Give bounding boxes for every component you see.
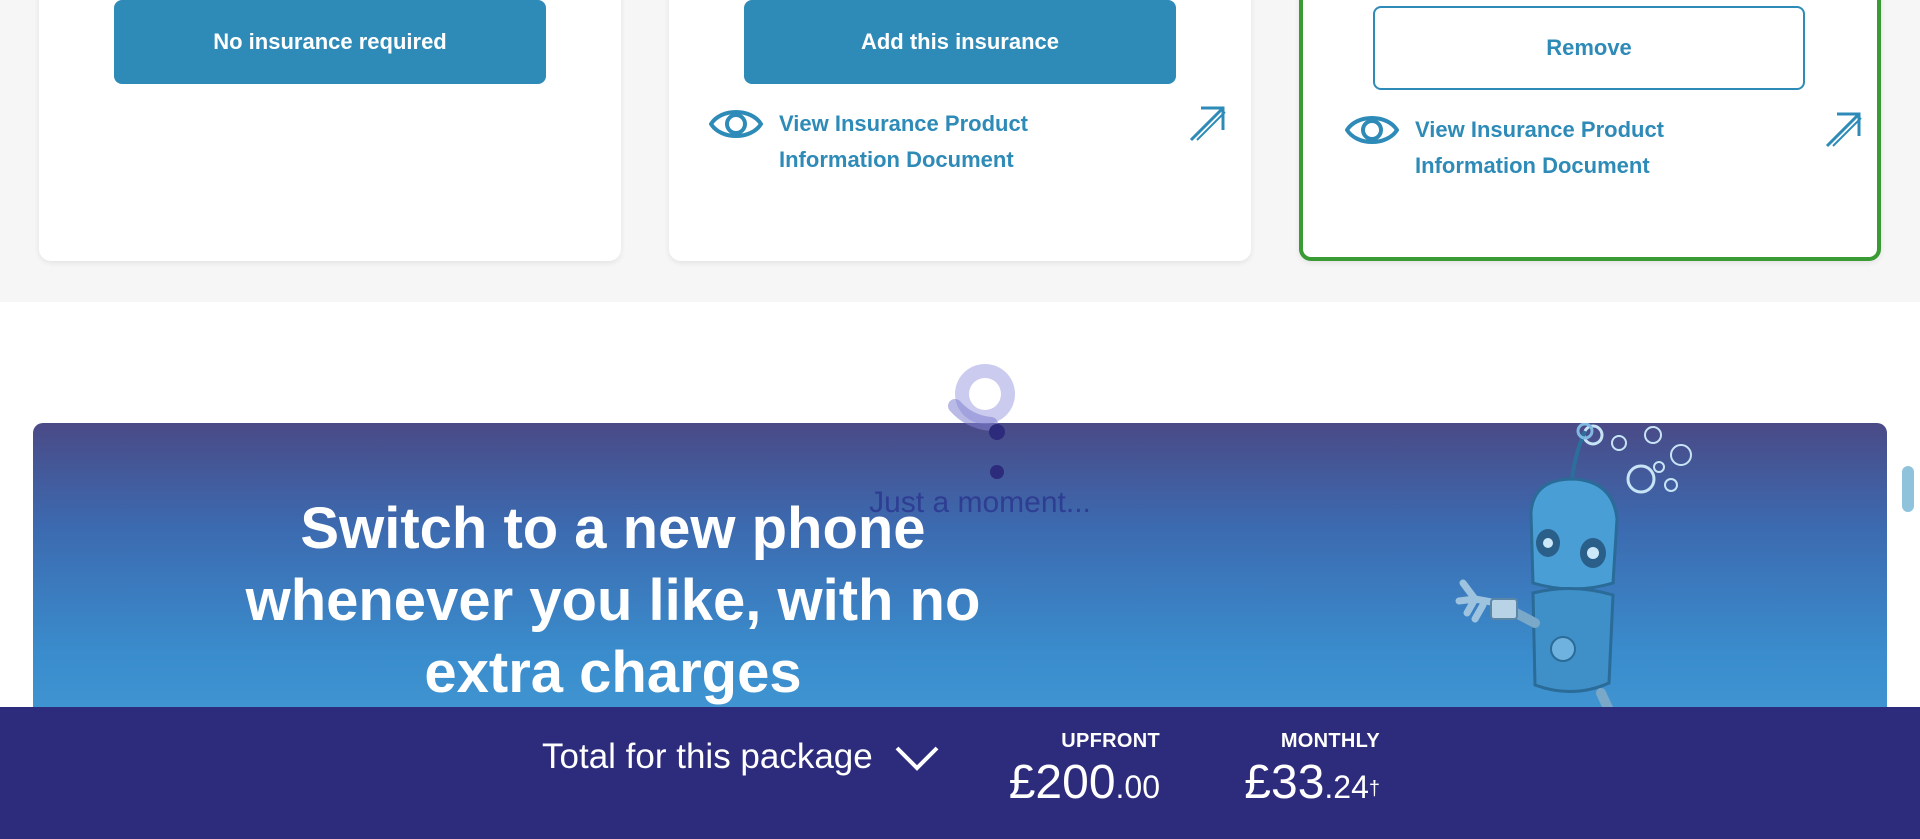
no-insurance-button[interactable]: No insurance required bbox=[114, 0, 546, 84]
promo-headline: Switch to a new phone whenever you like,… bbox=[245, 496, 981, 705]
add-insurance-button[interactable]: Add this insurance bbox=[744, 0, 1176, 84]
upfront-amount-major: £200 bbox=[1008, 756, 1116, 809]
loading-spinner-icon bbox=[948, 364, 1015, 479]
monthly-caption: MONTHLY bbox=[1280, 730, 1380, 752]
eye-icon bbox=[1345, 116, 1399, 144]
view-ipid-link[interactable]: View Insurance Product Information Docum… bbox=[1345, 112, 1865, 184]
monthly-footnote-marker: † bbox=[1368, 778, 1380, 800]
view-ipid-label: View Insurance Product Information Docum… bbox=[779, 111, 1029, 172]
insurance-card-option: Add this insurance View Insurance Produc… bbox=[669, 0, 1251, 261]
monthly-amount: £33.24† bbox=[1200, 755, 1380, 815]
eye-icon bbox=[709, 110, 763, 138]
upfront-caption: UPFRONT bbox=[1061, 730, 1160, 752]
scrollbar-thumb[interactable] bbox=[1902, 466, 1914, 512]
external-link-arrow-icon bbox=[1825, 112, 1862, 148]
package-total-bar: Total for this package UPFRONT £200.00 M… bbox=[0, 707, 1920, 839]
remove-insurance-button[interactable]: Remove bbox=[1373, 6, 1805, 90]
robot-mascot-image bbox=[1455, 423, 1692, 723]
loading-text: Just a moment... bbox=[869, 486, 1091, 519]
upfront-price: UPFRONT £200.00 bbox=[980, 730, 1160, 815]
insurance-card-none: No insurance required bbox=[39, 0, 621, 261]
chevron-down-icon bbox=[895, 746, 939, 771]
upfront-amount: £200.00 bbox=[980, 755, 1160, 815]
view-ipid-label: View Insurance Product Information Docum… bbox=[1415, 117, 1665, 178]
upfront-amount-minor: .00 bbox=[1115, 769, 1160, 805]
monthly-amount-major: £33 bbox=[1244, 756, 1325, 809]
external-link-arrow-icon bbox=[1189, 106, 1226, 142]
monthly-price: MONTHLY £33.24† bbox=[1200, 730, 1380, 815]
view-ipid-link[interactable]: View Insurance Product Information Docum… bbox=[709, 106, 1229, 178]
loading-indicator: Just a moment... bbox=[850, 360, 1110, 520]
insurance-options-section: No insurance required Add this insurance… bbox=[0, 0, 1920, 302]
insurance-card-selected: Remove View Insurance Product Informatio… bbox=[1299, 0, 1881, 261]
monthly-amount-minor: .24 bbox=[1324, 769, 1369, 805]
total-package-label: Total for this package bbox=[542, 737, 873, 776]
total-package-toggle[interactable]: Total for this package bbox=[542, 737, 941, 777]
